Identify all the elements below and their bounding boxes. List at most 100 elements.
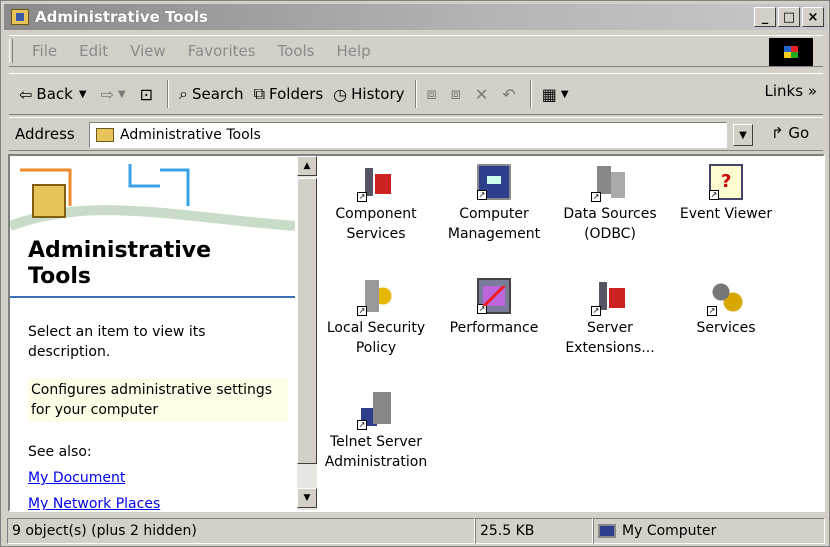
search-label: Search	[192, 85, 244, 103]
menu-favorites[interactable]: Favorites	[188, 42, 256, 60]
see-also-label: See also:	[28, 444, 92, 460]
performance-icon: ↗	[477, 278, 511, 314]
scroll-thumb[interactable]	[297, 178, 317, 464]
chevron-down-icon: ▼	[739, 129, 747, 141]
heading-line: Administrative	[28, 238, 212, 263]
heading-divider	[10, 296, 295, 298]
up-folder-icon: ⊡	[139, 84, 154, 104]
item-label: Data Sources	[563, 206, 657, 222]
scroll-up-button[interactable]: ▲	[297, 156, 317, 176]
items-pane: ↗ Component Services ↗ Computer Manageme…	[317, 156, 823, 510]
address-value: Administrative Tools	[120, 127, 261, 143]
link-my-network-places[interactable]: My Network Places	[28, 496, 160, 510]
item-label: Local Security	[326, 320, 426, 336]
config-line: Configures administrative settings	[31, 382, 273, 398]
go-label: Go	[788, 124, 810, 142]
selection-description: Select an item to view its description.	[28, 322, 288, 362]
menu-bar: File Edit View Favorites Tools Help	[9, 35, 823, 67]
folders-icon: ⧉	[253, 84, 265, 103]
shortcut-arrow-icon: ↗	[707, 306, 717, 316]
search-button[interactable]: ⌕ Search	[179, 79, 244, 109]
menu-edit[interactable]: Edit	[79, 42, 108, 60]
status-size: 25.5 KB	[475, 518, 593, 544]
address-bar: Address Administrative Tools ▼ ↱ Go	[9, 117, 823, 151]
item-component-services[interactable]: ↗ Component Services	[317, 160, 435, 244]
item-label: Extensions...	[565, 340, 655, 356]
toolbar-separator	[414, 80, 417, 108]
triangle-down-icon: ▼	[303, 493, 311, 503]
item-label: Server	[587, 320, 633, 336]
address-dropdown-button[interactable]: ▼	[733, 124, 753, 146]
desc-line: description.	[28, 344, 111, 360]
minimize-button[interactable]: _	[754, 7, 776, 27]
move-to-button[interactable]: ⧈	[427, 79, 441, 109]
status-zone: My Computer	[593, 518, 825, 544]
item-services[interactable]: ↗ Services	[667, 274, 785, 338]
folder-icon	[96, 128, 114, 142]
back-label: Back	[36, 85, 73, 103]
menu-file[interactable]: File	[32, 42, 57, 60]
maximize-button[interactable]: □	[778, 7, 800, 27]
item-label: Services	[346, 226, 406, 242]
info-pane-scrollbar[interactable]: ▲ ▼	[297, 156, 317, 510]
toolbar-separator	[167, 80, 170, 108]
item-label: Management	[447, 226, 541, 242]
folder-tools-icon	[11, 9, 29, 25]
forward-dropdown-icon[interactable]: ▼	[118, 89, 126, 100]
item-label: Event Viewer	[679, 206, 773, 222]
item-event-viewer[interactable]: ↗ Event Viewer	[667, 160, 785, 224]
menu-view[interactable]: View	[130, 42, 166, 60]
history-label: History	[351, 85, 405, 103]
forward-arrow-icon: ⇨	[100, 84, 114, 104]
item-label: Policy	[355, 340, 397, 356]
config-line: for your computer	[31, 402, 159, 418]
close-button[interactable]: ×	[802, 7, 824, 27]
content-area: Administrative Tools Select an item to v…	[8, 154, 825, 512]
toolbar-grip[interactable]	[9, 39, 13, 63]
links-button[interactable]: Links »	[764, 82, 817, 100]
folders-button[interactable]: ⧉ Folders	[254, 79, 324, 109]
item-telnet-server[interactable]: ↗ Telnet Server Administration	[317, 388, 435, 472]
folder-description: Configures administrative settings for y…	[28, 378, 288, 422]
event-viewer-icon: ↗	[709, 164, 743, 200]
link-my-document[interactable]: My Document	[28, 470, 125, 486]
item-computer-management[interactable]: ↗ Computer Management	[435, 160, 553, 244]
menu-tools[interactable]: Tools	[278, 42, 315, 60]
menu-help[interactable]: Help	[337, 42, 371, 60]
go-arrow-icon: ↱	[771, 124, 784, 142]
views-dropdown-icon[interactable]: ▼	[561, 89, 569, 100]
item-label: Computer	[459, 206, 529, 222]
views-icon: ▦	[541, 84, 557, 104]
delete-button[interactable]: ✕	[475, 79, 492, 109]
windows-logo	[769, 38, 813, 66]
window-title: Administrative Tools	[35, 8, 208, 26]
undo-button[interactable]: ↶	[502, 79, 519, 109]
triangle-up-icon: ▲	[303, 161, 311, 171]
back-arrow-icon: ⇦	[19, 84, 33, 104]
copy-to-button[interactable]: ⧈	[451, 79, 465, 109]
item-data-sources[interactable]: ↗ Data Sources (ODBC)	[551, 160, 669, 244]
up-folder-button[interactable]: ⊡	[140, 79, 157, 109]
item-label: Performance	[449, 320, 539, 336]
item-local-security-policy[interactable]: ↗ Local Security Policy	[317, 274, 435, 358]
back-button[interactable]: ⇦ Back ▼	[19, 79, 91, 109]
views-button[interactable]: ▦ ▼	[542, 79, 573, 109]
item-performance[interactable]: ↗ Performance	[435, 274, 553, 338]
title-bar[interactable]: Administrative Tools _ □ ×	[4, 4, 827, 30]
address-input[interactable]: Administrative Tools	[89, 122, 727, 148]
address-label: Address	[15, 125, 75, 143]
shortcut-arrow-icon: ↗	[591, 192, 601, 202]
shortcut-arrow-icon: ↗	[477, 190, 487, 200]
history-button[interactable]: ◷ History	[333, 79, 404, 109]
info-pane: Administrative Tools Select an item to v…	[10, 156, 295, 510]
move-to-icon: ⧈	[426, 84, 437, 103]
item-label: Telnet Server	[329, 434, 422, 450]
scroll-down-button[interactable]: ▼	[297, 488, 317, 508]
back-dropdown-icon[interactable]: ▼	[79, 89, 87, 100]
shortcut-arrow-icon: ↗	[357, 306, 367, 316]
data-sources-icon: ↗	[591, 164, 627, 202]
item-server-extensions[interactable]: ↗ Server Extensions...	[551, 274, 669, 358]
pane-heading: Administrative Tools	[28, 238, 211, 290]
go-button[interactable]: ↱ Go	[771, 124, 809, 142]
forward-button[interactable]: ⇨ ▼	[101, 79, 130, 109]
